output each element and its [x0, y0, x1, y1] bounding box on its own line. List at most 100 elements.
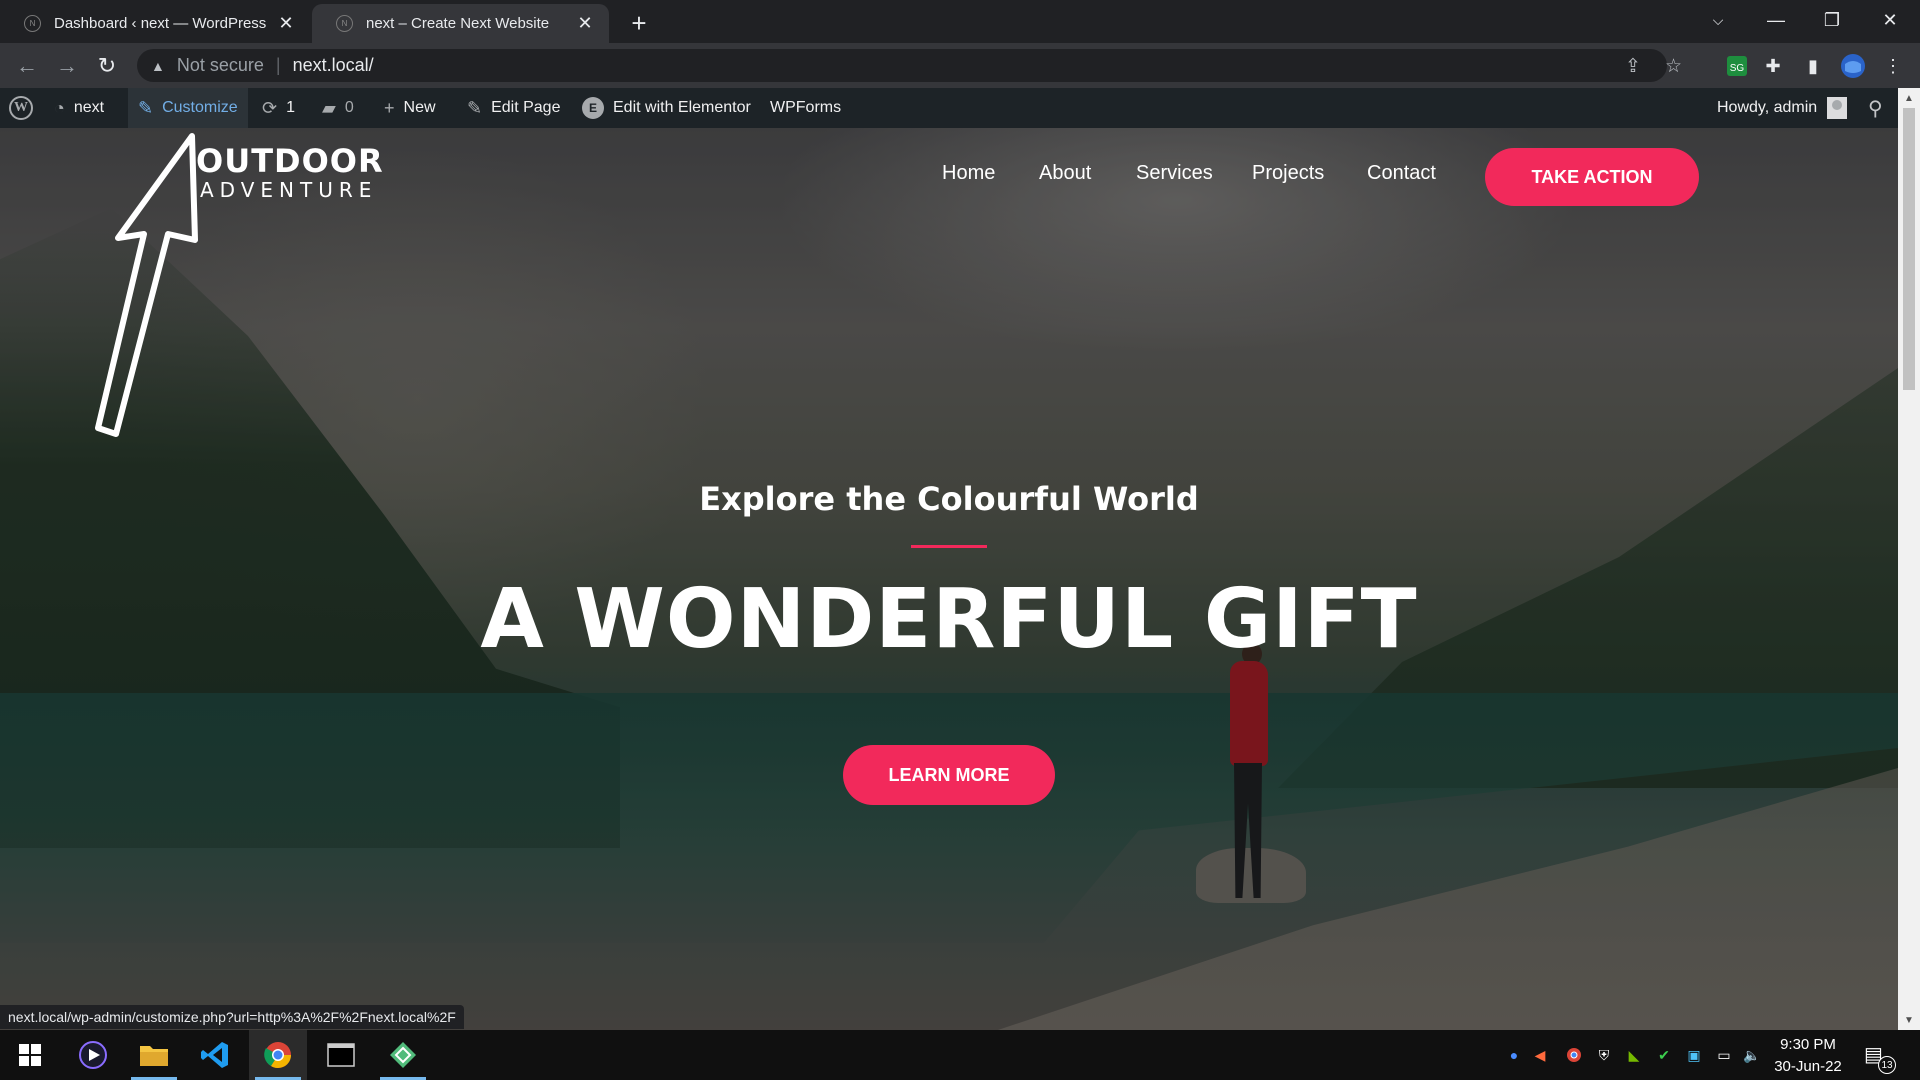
- bookmark-star-icon[interactable]: ☆: [1665, 55, 1682, 78]
- browser-toolbar: ← → ↻ ▲ Not secure | next.local/ ⇪ ☆ SG …: [0, 43, 1920, 88]
- profile-avatar-icon[interactable]: [1838, 51, 1868, 81]
- howdy-label: Howdy, admin: [1717, 99, 1818, 116]
- link-status-bubble: next.local/wp-admin/customize.php?url=ht…: [0, 1005, 464, 1029]
- url-text[interactable]: next.local/: [293, 55, 374, 76]
- tray-defender-icon[interactable]: ⛨: [1594, 1045, 1614, 1065]
- wp-logo-menu[interactable]: W: [9, 88, 33, 128]
- hero-subtitle: Explore the Colourful World: [699, 480, 1199, 518]
- scroll-up-icon[interactable]: ▲: [1898, 90, 1920, 106]
- warning-icon: ▲: [151, 57, 165, 74]
- comments-count: 0: [344, 99, 354, 116]
- divider: |: [275, 55, 281, 75]
- tab-title: next – Create Next Website: [366, 15, 550, 32]
- chrome-taskbar-icon[interactable]: [249, 1030, 307, 1080]
- my-account-menu[interactable]: Howdy, admin: [1717, 88, 1848, 128]
- scroll-down-icon[interactable]: ▼: [1898, 1012, 1920, 1028]
- vscode-icon[interactable]: [186, 1030, 244, 1080]
- wp-admin-bar: W ◔ next ✎ Customize ⟳ 1 ▰ 0 + New ✎ Edi…: [0, 88, 1898, 128]
- customize-label: Customize: [162, 99, 238, 116]
- site-favicon-icon: N: [336, 15, 353, 32]
- side-panel-icon[interactable]: ▮: [1798, 51, 1828, 81]
- restore-icon[interactable]: ❐: [1804, 0, 1860, 40]
- site-favicon-icon: N: [24, 15, 41, 32]
- tab-dashboard[interactable]: N Dashboard ‹ next — WordPress ✕: [0, 4, 310, 43]
- taskbar-clock[interactable]: 9:30 PM 30-Jun-22: [1768, 1034, 1848, 1078]
- windows-taskbar: ● ◀ ⛨ ◣ ✔ ▣ ▭ 🔈 9:30 PM 30-Jun-22 ▤ 13: [0, 1030, 1920, 1080]
- chrome-menu-icon[interactable]: ⋮: [1878, 51, 1908, 81]
- comments-link[interactable]: ▰ 0: [322, 88, 354, 128]
- dashboard-gauge-icon: ◔: [54, 97, 65, 118]
- close-tab-icon[interactable]: ✕: [575, 13, 595, 34]
- edit-page-link[interactable]: ✎ Edit Page: [467, 88, 560, 128]
- terminal-icon[interactable]: [312, 1030, 370, 1080]
- notification-count: 13: [1878, 1056, 1896, 1074]
- updates-link[interactable]: ⟳ 1: [262, 88, 295, 128]
- learn-more-button[interactable]: LEARN MORE: [843, 745, 1055, 805]
- volume-icon[interactable]: 🔈: [1742, 1045, 1762, 1065]
- file-explorer-icon[interactable]: [125, 1030, 183, 1080]
- tray-speaker-app-icon[interactable]: ◀: [1530, 1045, 1550, 1065]
- clock-date: 30-Jun-22: [1774, 1058, 1842, 1075]
- arrow-up-annotation-icon: [95, 133, 198, 437]
- nav-home[interactable]: Home: [942, 162, 995, 185]
- windows-start-icon[interactable]: [1, 1030, 59, 1080]
- new-tab-button[interactable]: +: [624, 8, 654, 38]
- svg-text:SG: SG: [1730, 63, 1745, 74]
- search-icon[interactable]: ⚲: [1868, 88, 1883, 128]
- extension-sg-icon[interactable]: SG: [1722, 51, 1752, 81]
- tab-search-icon[interactable]: ⌵: [1690, 0, 1746, 40]
- wpforms-menu[interactable]: WPForms: [770, 88, 841, 128]
- hero-title: A WONDERFUL GIFT: [480, 572, 1418, 667]
- page-viewport: OUTDOOR ADVENTURE Home About Services Pr…: [0, 128, 1898, 1030]
- tray-security-icon[interactable]: ✔: [1654, 1045, 1674, 1065]
- nav-projects[interactable]: Projects: [1252, 162, 1324, 185]
- page-scrollbar[interactable]: ▲ ▼: [1898, 88, 1920, 1030]
- share-icon[interactable]: ⇪: [1625, 55, 1641, 78]
- customize-link[interactable]: ✎ Customize: [128, 88, 248, 128]
- wpforms-label: WPForms: [770, 99, 842, 116]
- security-label[interactable]: Not secure: [177, 55, 264, 76]
- scrollbar-thumb[interactable]: [1903, 108, 1915, 390]
- nav-about[interactable]: About: [1039, 162, 1091, 185]
- tray-nvidia-icon[interactable]: ◣: [1624, 1045, 1644, 1065]
- media-player-icon[interactable]: [64, 1030, 122, 1080]
- forward-icon[interactable]: →: [51, 50, 83, 82]
- extensions-puzzle-icon[interactable]: ✚: [1758, 51, 1788, 81]
- site-name-label: next: [73, 99, 105, 116]
- comment-bubble-icon: ▰: [322, 97, 336, 118]
- updates-refresh-icon: ⟳: [262, 97, 278, 118]
- paintbrush-icon: ✎: [138, 97, 154, 118]
- edit-with-elementor-label: Edit with Elementor: [613, 99, 751, 116]
- updates-count: 1: [286, 99, 295, 116]
- tray-chrome-icon[interactable]: [1564, 1045, 1584, 1065]
- tray-app-icon[interactable]: ●: [1504, 1045, 1524, 1065]
- address-bar[interactable]: ▲ Not secure | next.local/ ⇪ ☆: [137, 49, 1682, 82]
- edit-with-elementor-link[interactable]: E Edit with Elementor: [582, 88, 751, 128]
- wordpress-logo-icon: W: [9, 96, 33, 120]
- avatar: [1827, 97, 1848, 119]
- plus-icon: +: [384, 97, 395, 118]
- browser-tab-strip: N Dashboard ‹ next — WordPress ✕ N next …: [0, 0, 1920, 43]
- edit-page-label: Edit Page: [491, 99, 561, 116]
- tray-app-window-icon[interactable]: ▣: [1684, 1045, 1704, 1065]
- close-tab-icon[interactable]: ✕: [276, 13, 296, 34]
- take-action-button[interactable]: TAKE ACTION: [1485, 148, 1699, 206]
- nav-contact[interactable]: Contact: [1367, 162, 1436, 185]
- site-name-menu[interactable]: ◔ next: [54, 88, 104, 128]
- elementor-icon: E: [582, 97, 604, 119]
- minimize-icon[interactable]: —: [1748, 0, 1804, 40]
- tab-next-site[interactable]: N next – Create Next Website ✕: [312, 4, 609, 43]
- back-icon[interactable]: ←: [11, 50, 43, 82]
- clock-time: 9:30 PM: [1780, 1036, 1836, 1053]
- notification-center-icon[interactable]: ▤ 13: [1864, 1042, 1896, 1074]
- nav-services[interactable]: Services: [1136, 162, 1213, 185]
- local-wp-icon[interactable]: [374, 1030, 432, 1080]
- network-icon[interactable]: ▭: [1714, 1045, 1734, 1065]
- pencil-icon: ✎: [467, 97, 483, 118]
- reload-icon[interactable]: ↻: [91, 50, 123, 82]
- new-content-menu[interactable]: + New: [384, 88, 436, 128]
- tab-title: Dashboard ‹ next — WordPress: [54, 15, 267, 32]
- window-close-icon[interactable]: ✕: [1862, 0, 1918, 40]
- new-label: New: [403, 99, 436, 116]
- hero-divider: [911, 545, 987, 548]
